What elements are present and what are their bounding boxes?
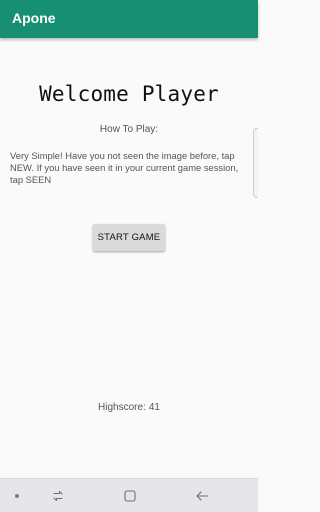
highscore-label: Highscore: bbox=[98, 402, 146, 413]
back-button[interactable] bbox=[190, 479, 214, 512]
home-icon bbox=[124, 490, 136, 502]
highscore: Highscore: 41 bbox=[0, 402, 258, 413]
navigation-bar bbox=[0, 478, 258, 512]
welcome-heading: Welcome Player bbox=[39, 82, 219, 106]
nav-dot[interactable] bbox=[6, 479, 28, 512]
instructions-text: Very Simple! Have you not seen the image… bbox=[10, 150, 239, 185]
edge-panel-handle[interactable] bbox=[253, 128, 258, 198]
screen: Apone Welcome Player How To Play: Very S… bbox=[0, 0, 258, 512]
app-bar: Apone bbox=[0, 0, 258, 38]
app-title: Apone bbox=[12, 10, 56, 26]
dot-icon bbox=[15, 494, 19, 498]
recent-apps-icon bbox=[53, 490, 63, 502]
home-button[interactable] bbox=[118, 479, 142, 512]
how-to-play-title: How To Play: bbox=[99, 124, 159, 135]
back-icon bbox=[196, 491, 209, 501]
start-game-button[interactable]: START GAME bbox=[93, 224, 165, 251]
recent-apps-button[interactable] bbox=[46, 479, 70, 512]
highscore-value: 41 bbox=[148, 402, 160, 413]
